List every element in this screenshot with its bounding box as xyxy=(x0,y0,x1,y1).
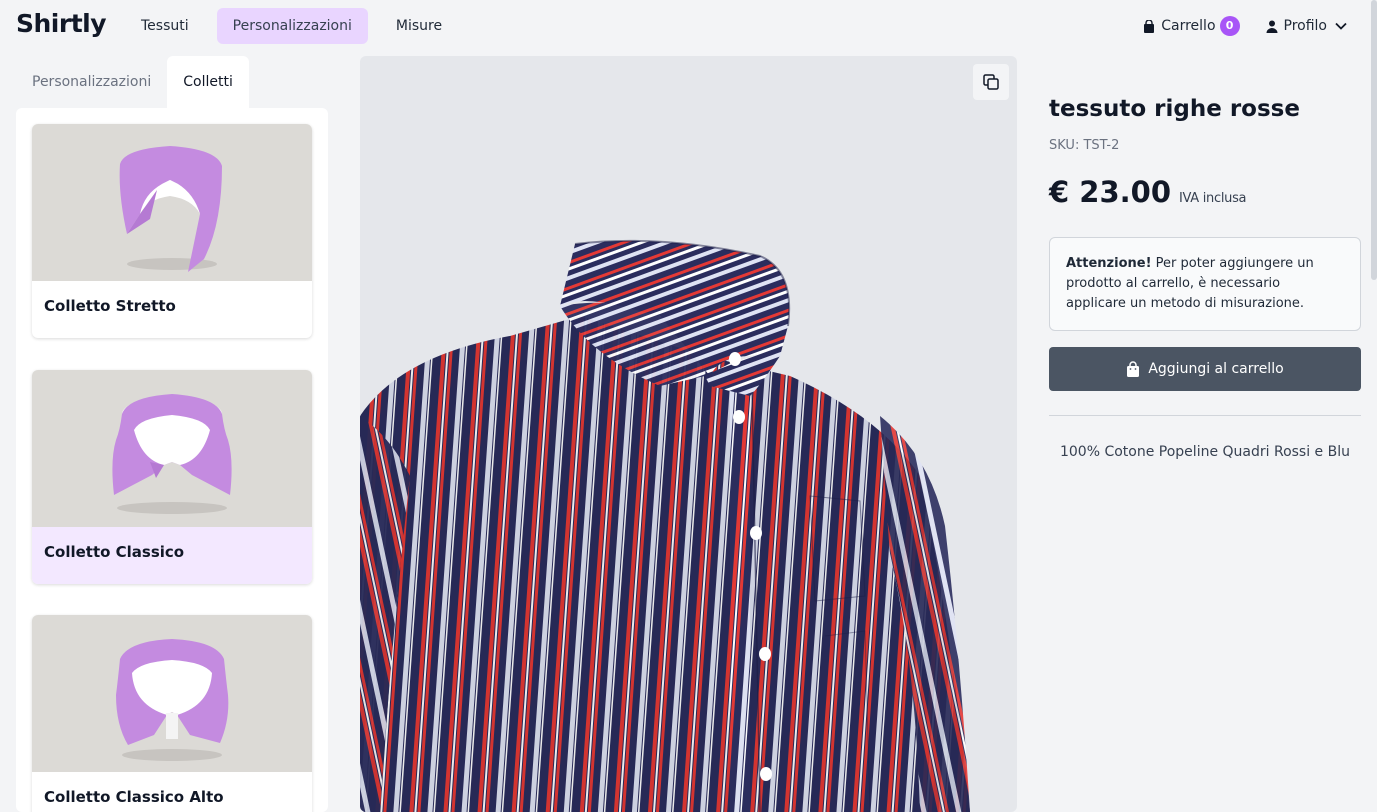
user-icon xyxy=(1266,20,1278,33)
shopping-bag-icon xyxy=(1127,361,1140,377)
collar-image xyxy=(32,615,312,772)
price-row: € 23.00 IVA inclusa xyxy=(1049,175,1361,209)
main-nav: Tessuti Personalizzazioni Misure xyxy=(125,8,470,44)
collar-option-classico[interactable]: Colletto Classico xyxy=(32,370,312,584)
cart-button[interactable]: Carrello 0 xyxy=(1143,16,1240,36)
product-sku: SKU: TST-2 xyxy=(1049,138,1120,153)
cart-count-badge: 0 xyxy=(1219,16,1240,36)
add-to-cart-label: Aggiungi al carrello xyxy=(1148,361,1284,377)
collar-label: Colletto Classico xyxy=(32,527,312,584)
nav-misure[interactable]: Misure xyxy=(380,8,458,44)
profile-label: Profilo xyxy=(1283,18,1327,34)
profile-menu[interactable]: Profilo xyxy=(1266,18,1347,34)
product-description: 100% Cotone Popeline Quadri Rossi e Blu xyxy=(1059,444,1350,460)
divider xyxy=(1049,415,1361,416)
notice-heading: Attenzione! xyxy=(1066,256,1152,271)
tab-colletti[interactable]: Colletti xyxy=(167,56,249,108)
vat-note: IVA inclusa xyxy=(1179,191,1247,206)
copy-squares-icon xyxy=(983,74,999,90)
product-price: € 23.00 xyxy=(1049,175,1172,209)
shopping-bag-icon xyxy=(1144,19,1155,33)
nav-personalizzazioni[interactable]: Personalizzazioni xyxy=(216,8,368,44)
top-navbar: Shirtly Tessuti Personalizzazioni Misure… xyxy=(0,0,1377,56)
cart-label: Carrello xyxy=(1161,18,1216,34)
shirt-image xyxy=(360,239,970,812)
chevron-down-icon xyxy=(1335,22,1347,30)
product-title: tessuto righe rosse xyxy=(1049,96,1300,122)
collar-image xyxy=(32,370,312,527)
collar-option-stretto[interactable]: Colletto Stretto xyxy=(32,124,312,338)
collar-label: Colletto Stretto xyxy=(44,297,176,315)
collar-list: Colletto Stretto Colletto Classico Colle… xyxy=(16,108,328,812)
tab-personalizzazioni[interactable]: Personalizzazioni xyxy=(16,56,167,108)
logo[interactable]: Shirtly xyxy=(16,9,107,38)
collar-option-classico-alto[interactable]: Colletto Classico Alto xyxy=(32,615,312,812)
header-actions: Carrello 0 Profilo xyxy=(1143,16,1347,36)
nav-tessuti[interactable]: Tessuti xyxy=(125,8,205,44)
collar-image xyxy=(32,124,312,281)
view-toggle-button[interactable] xyxy=(973,64,1009,100)
measurement-notice: Attenzione! Per poter aggiungere un prod… xyxy=(1049,237,1361,331)
customization-tabs: Personalizzazioni Colletti xyxy=(16,56,249,108)
collar-label: Colletto Classico Alto xyxy=(44,788,224,806)
shirt-preview[interactable] xyxy=(360,56,1017,812)
product-info: tessuto righe rosse SKU: TST-2 € 23.00 I… xyxy=(1049,96,1361,460)
page-scrollbar[interactable] xyxy=(1371,0,1377,280)
add-to-cart-button[interactable]: Aggiungi al carrello xyxy=(1049,347,1361,391)
